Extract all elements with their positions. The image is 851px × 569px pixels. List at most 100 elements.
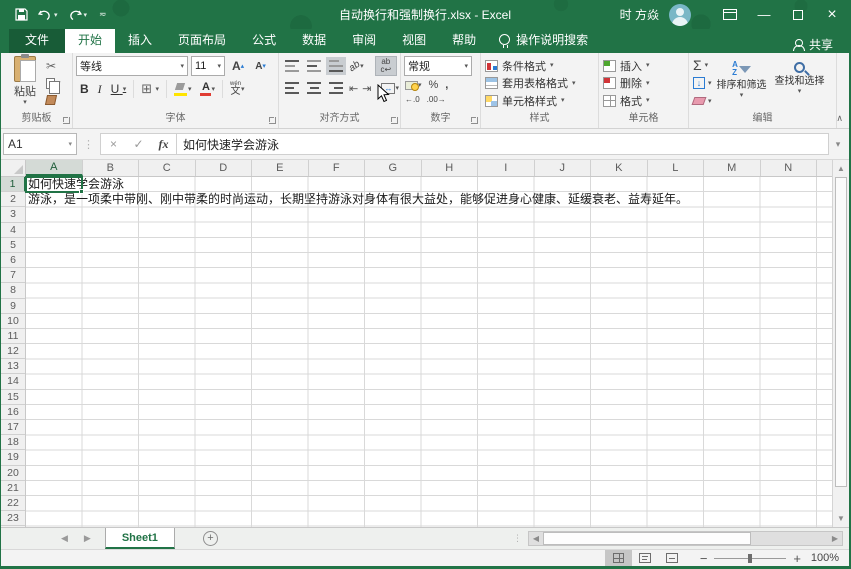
horizontal-scroll-thumb[interactable] <box>543 532 751 545</box>
format-cells-button[interactable]: 格式 ▾ <box>603 92 684 109</box>
format-as-table-button[interactable]: 套用表格格式 ▾ <box>485 75 594 92</box>
sheet-tab-sheet1[interactable]: Sheet1 <box>104 528 175 549</box>
row-header-23[interactable]: 23 <box>1 511 25 527</box>
next-sheet-button[interactable]: ▶ <box>84 533 91 544</box>
column-header-D[interactable]: D <box>196 160 252 176</box>
horizontal-scrollbar[interactable]: ◀ ▶ <box>528 531 843 546</box>
column-header-J[interactable]: J <box>535 160 591 176</box>
vertical-scroll-thumb[interactable] <box>835 177 847 487</box>
row-header-5[interactable]: 5 <box>1 238 25 253</box>
underline-button[interactable]: U ▾ <box>107 79 131 99</box>
vertical-scrollbar[interactable]: ▲ ▼ <box>832 160 849 527</box>
conditional-formatting-button[interactable]: 条件格式 ▾ <box>485 57 594 74</box>
align-center-button[interactable] <box>304 79 324 97</box>
column-header-C[interactable]: C <box>139 160 196 176</box>
row-header-9[interactable]: 9 <box>1 299 25 314</box>
merge-dropdown-caret[interactable]: ▾ <box>395 85 399 92</box>
italic-button[interactable]: I <box>94 79 106 99</box>
enter-entry-button[interactable]: ✓ <box>126 137 151 151</box>
delete-cells-button[interactable]: 删除 ▾ <box>603 75 684 92</box>
row-header-8[interactable]: 8 <box>1 283 25 299</box>
alignment-dialog-launcher[interactable] <box>391 117 398 124</box>
row-header-3[interactable]: 3 <box>1 207 25 223</box>
ribbon-tab-页面布局[interactable]: 页面布局 <box>165 27 239 53</box>
accounting-format-button[interactable]: ▾ <box>404 80 423 91</box>
number-dialog-launcher[interactable] <box>471 117 478 124</box>
avatar[interactable] <box>669 3 691 26</box>
align-left-button[interactable] <box>282 79 302 97</box>
fill-color-button[interactable]: ▾ <box>170 79 196 99</box>
find-select-dropdown-caret[interactable]: ▾ <box>798 88 802 95</box>
insert-function-button[interactable]: fx <box>151 137 176 152</box>
paste-button[interactable]: 粘贴 ▾ <box>4 54 46 111</box>
paste-dropdown-caret[interactable]: ▾ <box>23 99 27 106</box>
clipboard-dialog-launcher[interactable] <box>63 117 70 124</box>
bottom-align-button[interactable] <box>326 57 346 75</box>
font-color-dropdown-caret[interactable]: ▾ <box>211 86 215 93</box>
redo-button[interactable]: ▾ <box>68 9 88 21</box>
column-header-M[interactable]: M <box>704 160 761 176</box>
number-format-combo[interactable]: 常规 ▾ <box>404 56 472 76</box>
row-header-19[interactable]: 19 <box>1 450 25 466</box>
qat-customize-button[interactable]: ≂ <box>97 9 107 20</box>
column-header-I[interactable]: I <box>478 160 535 176</box>
name-box-dropdown-caret[interactable]: ▾ <box>68 141 72 148</box>
cut-button[interactable]: ✂ <box>46 59 61 73</box>
tab-split-grip[interactable]: ⋮ <box>513 533 522 544</box>
column-header-F[interactable]: F <box>309 160 365 176</box>
column-header-K[interactable]: K <box>591 160 648 176</box>
column-header-A[interactable]: A <box>26 160 83 176</box>
column-header-N[interactable]: N <box>761 160 817 176</box>
prev-sheet-button[interactable]: ◀ <box>61 533 68 544</box>
formula-input[interactable]: 如何快速学会游泳 <box>177 133 829 155</box>
column-header-partial[interactable] <box>817 160 832 176</box>
decrease-decimal-button[interactable]: .00→ <box>426 94 447 105</box>
borders-button[interactable]: ⊞ ▾ <box>137 79 163 99</box>
save-button[interactable] <box>15 8 28 21</box>
active-cell-selection[interactable] <box>25 176 84 194</box>
column-header-G[interactable]: G <box>365 160 422 176</box>
percent-style-button[interactable]: % <box>428 78 440 92</box>
middle-align-button[interactable] <box>304 57 324 75</box>
phonetic-guide-button[interactable]: wén 文 ▾ <box>226 79 249 99</box>
tell-me-search[interactable]: 操作说明搜索 <box>489 27 598 53</box>
orientation-button[interactable]: ab ▾ <box>347 58 365 73</box>
collapse-ribbon-button[interactable]: ∧ <box>836 113 843 124</box>
minimize-button[interactable]: — <box>747 0 781 29</box>
maximize-button[interactable] <box>781 0 815 29</box>
bold-button[interactable]: B <box>76 79 93 99</box>
increase-font-button[interactable]: A ▴ <box>228 57 248 75</box>
zoom-in-button[interactable]: + <box>793 552 801 565</box>
redo-dropdown-caret[interactable]: ▾ <box>84 11 88 19</box>
share-button[interactable]: 共享 <box>792 36 849 53</box>
comma-style-button[interactable]: , <box>444 78 449 92</box>
new-sheet-button[interactable]: + <box>202 531 218 546</box>
row-header-20[interactable]: 20 <box>1 466 25 481</box>
undo-dropdown-caret[interactable]: ▾ <box>54 11 58 19</box>
row-header-13[interactable]: 13 <box>1 359 25 375</box>
name-box[interactable]: A1 ▾ <box>3 133 77 155</box>
clear-dropdown-caret[interactable]: ▾ <box>708 98 712 105</box>
select-all-button[interactable] <box>1 160 26 177</box>
ribbon-tab-数据[interactable]: 数据 <box>289 27 339 53</box>
row-header-6[interactable]: 6 <box>1 253 25 269</box>
fill-button[interactable]: ↓ ▾ <box>693 75 712 91</box>
decrease-indent-button[interactable]: ⇤ <box>348 81 359 96</box>
find-select-button[interactable]: 查找和选择 ▾ <box>772 56 828 111</box>
scroll-right-arrow[interactable]: ▶ <box>828 534 842 543</box>
font-size-combo[interactable]: 11 ▾ <box>191 56 225 76</box>
borders-dropdown-caret[interactable]: ▾ <box>155 86 159 93</box>
font-dialog-launcher[interactable] <box>269 117 276 124</box>
formula-bar-expand-button[interactable]: ▾ <box>829 139 847 150</box>
formula-bar-grip[interactable]: ⋮ <box>77 138 100 151</box>
column-header-B[interactable]: B <box>83 160 139 176</box>
undo-button[interactable]: ▾ <box>38 9 58 21</box>
font-color-button[interactable]: A ▾ <box>196 79 219 99</box>
increase-indent-button[interactable]: ⇥ <box>361 81 372 96</box>
row-header-2[interactable]: 2 <box>1 192 25 208</box>
cancel-entry-button[interactable]: × <box>101 137 126 151</box>
autosum-button[interactable]: Σ ▾ <box>693 57 712 73</box>
ribbon-display-options-button[interactable] <box>713 0 747 29</box>
underline-dropdown-caret[interactable]: ▾ <box>123 86 127 93</box>
ribbon-tab-文件[interactable]: 文件 <box>9 27 66 53</box>
